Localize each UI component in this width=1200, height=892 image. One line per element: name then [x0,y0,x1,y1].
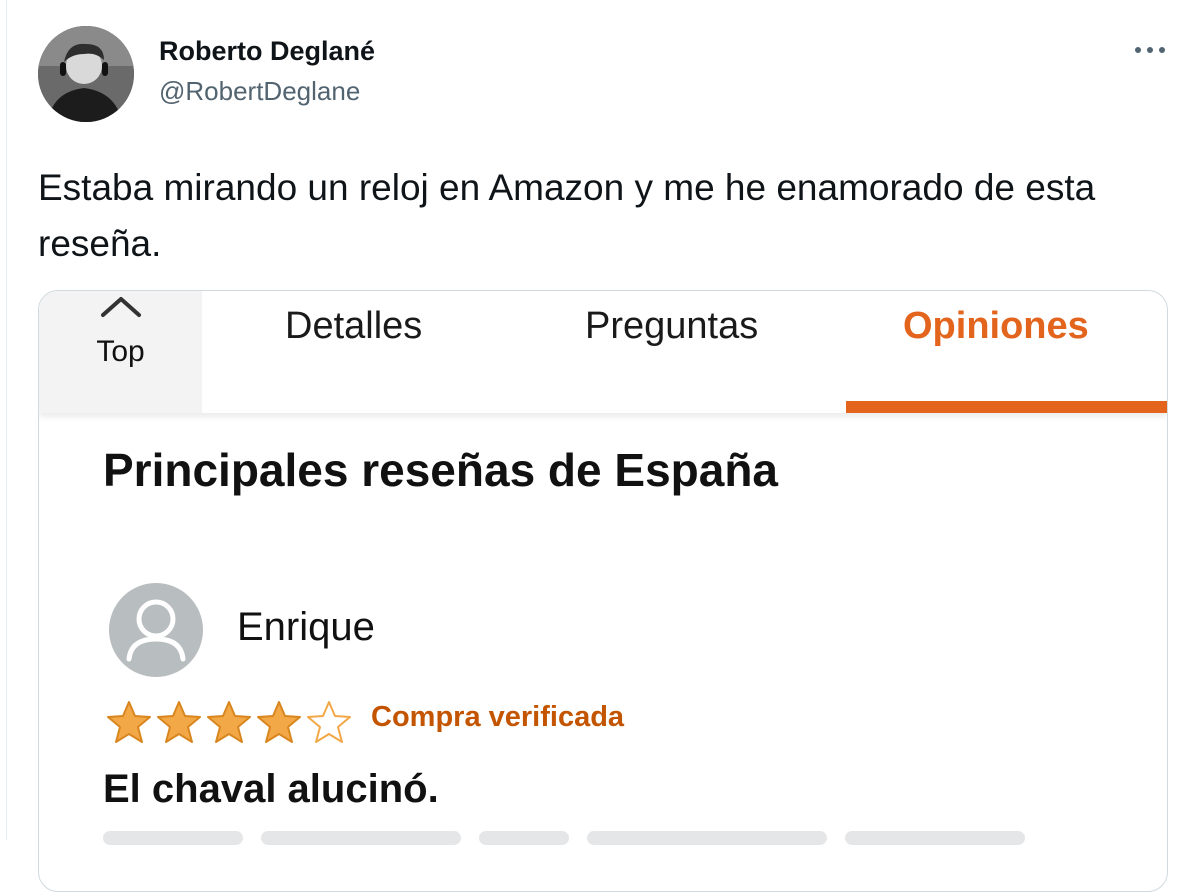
tab-detalles[interactable]: Detalles [285,305,422,348]
top-tab[interactable]: Top [39,291,202,413]
tab-preguntas[interactable]: Preguntas [585,305,758,348]
star-filled-icon [107,701,151,743]
more-options-button[interactable] [1130,30,1170,70]
tweet-media-image[interactable]: Top Detalles Preguntas Opiniones Princip… [38,290,1168,892]
tab-opiniones[interactable]: Opiniones [903,305,1089,348]
reviewer-avatar [109,583,203,677]
verified-purchase-badge: Compra verificada [371,701,625,733]
star-filled-icon [257,701,301,743]
reviewer-name[interactable]: Enrique [237,605,375,650]
top-tab-label: Top [96,335,145,368]
product-tab-bar: Top Detalles Preguntas Opiniones [39,291,1167,413]
author-avatar[interactable] [38,26,134,122]
author-handle[interactable]: @RobertDeglane [159,76,360,107]
review-body-preview [103,831,1025,845]
star-empty-icon [307,701,351,743]
review-title: El chaval alucinó. [103,767,439,811]
star-filled-icon [207,701,251,743]
more-icon [1135,47,1165,53]
active-tab-indicator [846,401,1167,413]
author-display-name[interactable]: Roberto Deglané [159,36,375,67]
chevron-up-icon [101,297,141,317]
tweet-text: Estaba mirando un reloj en Amazon y me h… [38,167,1096,264]
timeline-border [6,0,7,840]
star-filled-icon [157,701,201,743]
star-rating [105,699,353,747]
user-icon [126,599,186,662]
section-title: Principales reseñas de España [103,444,779,496]
